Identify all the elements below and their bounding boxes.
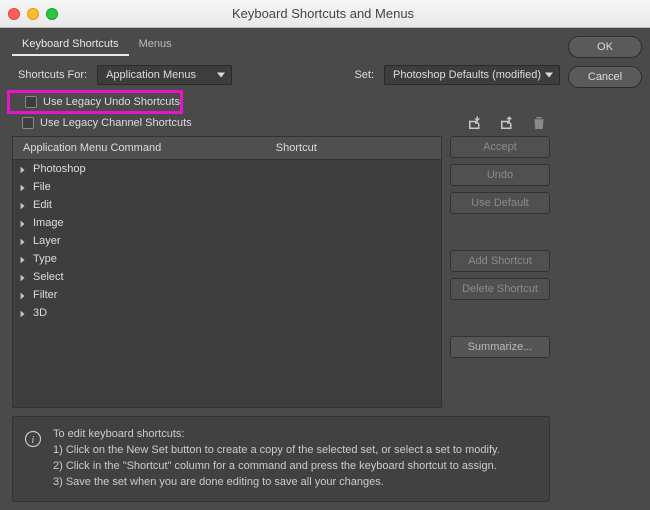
chevron-right-icon bbox=[19, 273, 27, 281]
col-shortcut[interactable]: Shortcut bbox=[266, 137, 441, 159]
ok-button[interactable]: OK bbox=[568, 36, 642, 58]
table-row[interactable]: Edit bbox=[13, 196, 441, 214]
table-row[interactable]: Image bbox=[13, 214, 441, 232]
chevron-right-icon bbox=[19, 255, 27, 263]
checkbox-icon bbox=[22, 117, 34, 129]
tabs: Keyboard Shortcuts Menus bbox=[12, 34, 560, 56]
save-set-icon[interactable] bbox=[498, 114, 516, 132]
row-label: File bbox=[33, 181, 51, 193]
row-label: Image bbox=[33, 217, 64, 229]
row-label: 3D bbox=[33, 307, 47, 319]
window-title: Keyboard Shortcuts and Menus bbox=[58, 6, 588, 21]
tab-keyboard-shortcuts[interactable]: Keyboard Shortcuts bbox=[12, 34, 129, 56]
tab-menus[interactable]: Menus bbox=[129, 34, 182, 56]
row-label: Photoshop bbox=[33, 163, 86, 175]
undo-button[interactable]: Undo bbox=[450, 164, 550, 186]
zoom-icon[interactable] bbox=[46, 8, 58, 20]
chevron-right-icon bbox=[19, 309, 27, 317]
accept-button[interactable]: Accept bbox=[450, 136, 550, 158]
info-icon: i bbox=[23, 429, 43, 449]
table-row[interactable]: Photoshop bbox=[13, 160, 441, 178]
info-line-3: 3) Save the set when you are done editin… bbox=[53, 475, 500, 491]
new-set-icon[interactable] bbox=[466, 114, 484, 132]
legacy-undo-label: Use Legacy Undo Shortcuts bbox=[43, 96, 180, 108]
chevron-right-icon bbox=[19, 291, 27, 299]
info-heading: To edit keyboard shortcuts: bbox=[53, 427, 500, 443]
legacy-undo-checkbox[interactable]: Use Legacy Undo Shortcuts bbox=[15, 93, 180, 111]
summarize-button[interactable]: Summarize... bbox=[450, 336, 550, 358]
row-label: Layer bbox=[33, 235, 61, 247]
chevron-right-icon bbox=[19, 183, 27, 191]
chevron-right-icon bbox=[19, 219, 27, 227]
close-icon[interactable] bbox=[8, 8, 20, 20]
table-row[interactable]: File bbox=[13, 178, 441, 196]
minimize-icon[interactable] bbox=[27, 8, 39, 20]
chevron-right-icon bbox=[19, 237, 27, 245]
shortcuts-for-label: Shortcuts For: bbox=[18, 69, 87, 81]
col-command[interactable]: Application Menu Command bbox=[13, 137, 266, 159]
chevron-right-icon bbox=[19, 165, 27, 173]
table-row[interactable]: Layer bbox=[13, 232, 441, 250]
table-row[interactable]: Type bbox=[13, 250, 441, 268]
legacy-channel-label: Use Legacy Channel Shortcuts bbox=[40, 117, 192, 129]
use-default-button[interactable]: Use Default bbox=[450, 192, 550, 214]
cancel-button[interactable]: Cancel bbox=[568, 66, 642, 88]
svg-text:i: i bbox=[31, 434, 34, 446]
table-row[interactable]: Select bbox=[13, 268, 441, 286]
shortcut-table: Application Menu Command Shortcut Photos… bbox=[12, 136, 442, 408]
info-line-2: 2) Click in the "Shortcut" column for a … bbox=[53, 459, 500, 475]
row-label: Edit bbox=[33, 199, 52, 211]
table-row[interactable]: Filter bbox=[13, 286, 441, 304]
titlebar: Keyboard Shortcuts and Menus bbox=[0, 0, 650, 28]
table-row[interactable]: 3D bbox=[13, 304, 441, 322]
trash-icon[interactable] bbox=[530, 114, 548, 132]
row-label: Select bbox=[33, 271, 64, 283]
row-label: Type bbox=[33, 253, 57, 265]
info-line-1: 1) Click on the New Set button to create… bbox=[53, 443, 500, 459]
legacy-channel-checkbox[interactable]: Use Legacy Channel Shortcuts bbox=[12, 114, 192, 132]
checkbox-icon bbox=[25, 96, 37, 108]
shortcuts-for-select[interactable]: Application Menus bbox=[97, 65, 232, 85]
set-select[interactable]: Photoshop Defaults (modified) bbox=[384, 65, 560, 85]
chevron-right-icon bbox=[19, 201, 27, 209]
info-panel: i To edit keyboard shortcuts: 1) Click o… bbox=[12, 416, 550, 502]
add-shortcut-button[interactable]: Add Shortcut bbox=[450, 250, 550, 272]
set-label: Set: bbox=[354, 69, 374, 81]
delete-shortcut-button[interactable]: Delete Shortcut bbox=[450, 278, 550, 300]
row-label: Filter bbox=[33, 289, 57, 301]
